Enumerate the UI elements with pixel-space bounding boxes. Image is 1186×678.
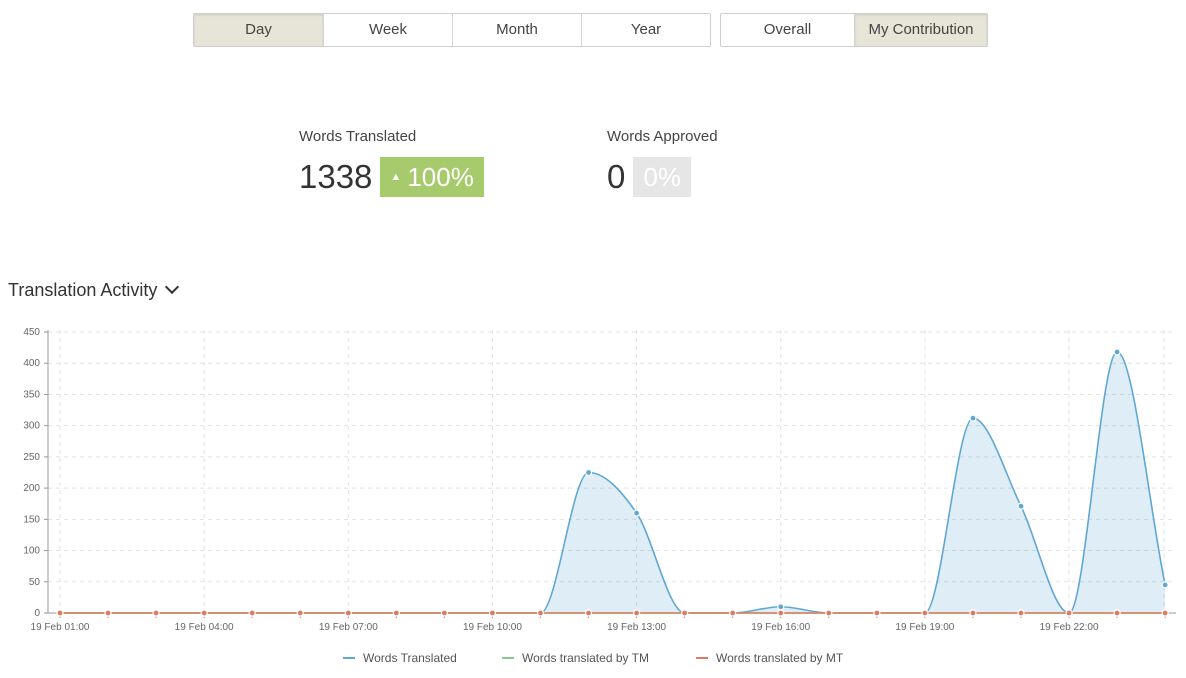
day-button[interactable]: Day [194,14,323,46]
data-point [584,468,593,477]
x-tick-label: 19 Feb 01:00 [31,622,90,633]
month-button[interactable]: Month [452,14,581,46]
scope-selector: Overall My Contribution [720,13,988,47]
y-tick-label: 100 [23,546,40,557]
y-tick-label: 250 [23,452,40,463]
data-point [681,609,689,617]
y-tick-label: 200 [23,483,40,494]
y-tick-label: 50 [29,577,41,588]
up-arrow-icon: ▲ [390,171,402,183]
data-point [1161,581,1169,589]
data-point [1017,502,1025,510]
data-point [1017,609,1025,617]
data-point [248,609,256,617]
words-translated-label: Words Translated [299,128,417,145]
x-tick-label: 19 Feb 22:00 [1040,622,1099,633]
year-button[interactable]: Year [581,14,710,46]
data-point [536,609,545,617]
x-tick-label: 19 Feb 19:00 [895,622,954,633]
chart-series [56,348,1169,617]
x-tick-label: 19 Feb 04:00 [175,622,234,633]
data-point [152,609,160,617]
data-point [488,609,497,617]
legend-item-words-translated-by-mt[interactable]: Words translated by MT [696,651,843,665]
x-tick-label: 19 Feb 07:00 [319,622,378,633]
words-translated-change: 100% [407,162,474,192]
y-tick-label: 0 [34,608,40,619]
words-approved-stat: Words Approved 0 0% [607,128,718,197]
words-translated-stat: Words Translated 1338 ▲ 100% [299,128,484,197]
legend-label: Words Translated [363,651,457,665]
data-point [969,609,977,617]
data-point [969,414,977,422]
data-point [584,609,593,617]
data-point [1113,348,1121,356]
legend-label: Words translated by TM [522,651,649,665]
data-point [921,609,929,617]
data-point [56,609,64,617]
data-point [1161,609,1169,617]
words-translated-area [60,351,1166,613]
legend-label: Words translated by MT [716,651,844,665]
data-point [632,509,641,517]
y-tick-label: 350 [23,389,40,400]
legend-item-words-translated[interactable]: Words Translated [343,651,457,665]
chart-title: Translation Activity [8,280,158,300]
my-contribution-button[interactable]: My Contribution [854,14,987,46]
data-point [873,609,881,617]
words-translated-change-badge: ▲ 100% [380,157,484,197]
words-translated-value: 1338 [299,158,373,195]
data-point [729,609,737,617]
chart-title-dropdown[interactable]: Translation Activity [8,279,180,301]
data-point [440,609,448,617]
x-tick-label: 19 Feb 13:00 [607,622,666,633]
words-approved-change: 0% [643,162,681,192]
data-point [200,609,208,617]
legend-swatch [502,657,514,659]
data-point [777,603,785,611]
data-point [104,609,112,617]
x-tick-label: 19 Feb 16:00 [751,622,810,633]
y-tick-label: 300 [23,421,40,432]
legend-item-words-translated-by-tm[interactable]: Words translated by TM [502,651,649,665]
time-range-selector: Day Week Month Year [193,13,711,47]
words-approved-label: Words Approved [607,128,718,145]
data-point [777,609,785,617]
x-tick-label: 19 Feb 10:00 [463,622,522,633]
data-point [632,609,641,617]
y-tick-label: 150 [23,514,40,525]
words-approved-value: 0 [607,158,626,195]
y-tick-label: 400 [23,358,40,369]
translation-activity-chart: 0 50 100 150 200 250 300 350 400 450 19 Feb 01:00 1… [23,327,1176,633]
y-tick-label: 450 [23,327,40,338]
legend-swatch [696,657,708,659]
data-point [296,609,304,617]
data-point [825,609,833,617]
data-point [392,609,400,617]
words-approved-change-badge: 0% [633,157,691,197]
data-point [344,609,352,617]
legend-swatch [343,657,355,659]
overall-button[interactable]: Overall [721,14,854,46]
chevron-down-icon [165,279,180,295]
data-point [1113,609,1121,617]
data-point [1065,609,1073,617]
week-button[interactable]: Week [323,14,452,46]
